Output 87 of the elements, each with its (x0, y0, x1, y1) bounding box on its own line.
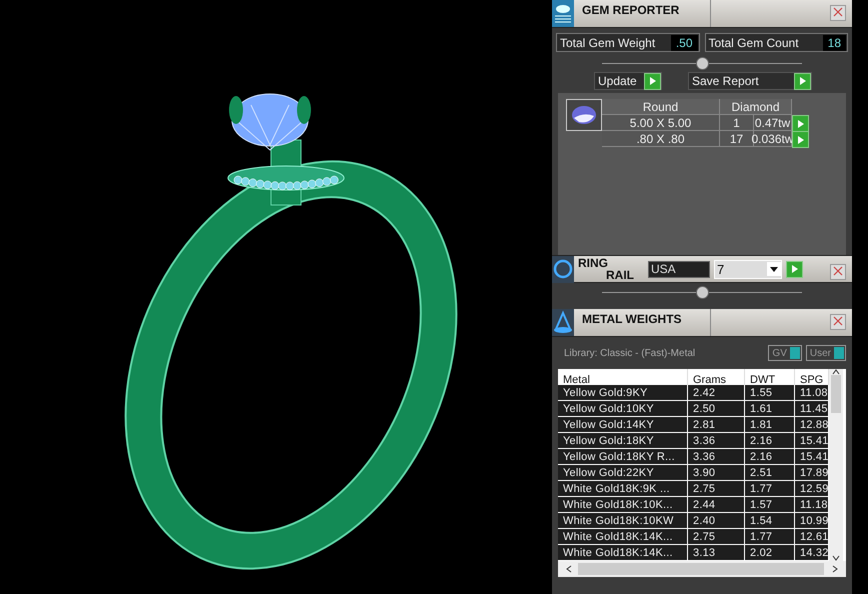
table-cell: 12.88 (795, 417, 829, 433)
table-cell: 3.13 (688, 545, 745, 561)
close-icon (833, 266, 843, 276)
scrollbar-thumb[interactable] (831, 375, 841, 413)
table-cell: White Gold18K:10KW (558, 513, 688, 529)
scale-icon (552, 309, 574, 336)
size-dropdown[interactable]: 7 (714, 260, 782, 278)
gem-icon (566, 99, 602, 131)
table-cell: 2.02 (745, 545, 795, 561)
play-icon (794, 72, 811, 90)
field-value: 18 (822, 34, 846, 50)
table-cell: Yellow Gold:9KY (558, 385, 688, 401)
table-cell: 15.41 (795, 433, 829, 449)
table-cell: Yellow Gold:14KY (558, 417, 688, 433)
panel-title: RING RAIL (578, 257, 635, 281)
table-cell: 2.40 (688, 513, 745, 529)
close-icon (833, 7, 843, 17)
table-cell: 1.61 (745, 401, 795, 417)
table-cell: Yellow Gold:22KY (558, 465, 688, 481)
table-cell: 2.16 (745, 433, 795, 449)
table-cell: 11.45 (795, 401, 829, 417)
save-report-button[interactable]: Save Report (688, 72, 812, 90)
table-cell: White Gold18K:14K... (558, 529, 688, 545)
table-cell: 2.42 (688, 385, 745, 401)
update-button[interactable]: Update (594, 72, 662, 90)
table-cell: 1.81 (745, 417, 795, 433)
expand-handle[interactable] (696, 286, 709, 298)
panel-title: METAL WEIGHTS (574, 309, 710, 336)
table-cell: 17.89 (795, 465, 829, 481)
table-cell: 0.036tw (754, 131, 792, 147)
close-button[interactable] (830, 314, 846, 330)
table-cell: 1.55 (745, 385, 795, 401)
table-cell: Yellow Gold:18KY R... (558, 449, 688, 465)
close-button[interactable] (830, 264, 846, 280)
table-cell: 1.54 (745, 513, 795, 529)
table-cell: 2.44 (688, 497, 745, 513)
close-button[interactable] (830, 5, 846, 21)
close-icon (833, 316, 843, 326)
table-cell: 1.77 (745, 481, 795, 497)
table-cell: 2.50 (688, 401, 745, 417)
table-cell: 2.75 (688, 529, 745, 545)
table-cell: Yellow Gold:18KY (558, 433, 688, 449)
vertical-scrollbar[interactable] (829, 369, 843, 561)
table-cell: 1 (720, 115, 754, 131)
caret-icon (770, 266, 778, 272)
table-cell: 0.47tw (754, 115, 792, 131)
table-cell: 2.51 (745, 465, 795, 481)
table-cell: 12.61 (795, 529, 829, 545)
table-cell: 11.08 (795, 385, 829, 401)
table-cell: 14.32 (795, 545, 829, 561)
collapse-handle[interactable] (696, 56, 709, 70)
table-cell: 2.81 (688, 417, 745, 433)
table-cell: 15.41 (795, 449, 829, 465)
column-header: Round (602, 99, 720, 115)
field-label: Total Gem Weight (559, 36, 656, 50)
table-cell: 2.16 (745, 449, 795, 465)
play-icon (786, 260, 803, 278)
table-cell: 1.77 (745, 529, 795, 545)
column-header: Diamond (720, 99, 792, 115)
table-cell: White Gold18K:14K... (558, 545, 688, 561)
toggle-switch[interactable]: User (806, 345, 846, 361)
table-cell: 10.99 (795, 513, 829, 529)
field-value: .50 (670, 34, 698, 50)
field-label: Total Gem Count (708, 36, 800, 50)
table-cell: 2.75 (688, 481, 745, 497)
panel-title: GEM REPORTER (574, 0, 710, 27)
horizontal-scrollbar[interactable] (558, 561, 846, 577)
library-label: Library: Classic - (Fast)-Metal (564, 348, 696, 358)
table-cell: 3.90 (688, 465, 745, 481)
table-cell: 3.36 (688, 433, 745, 449)
input-field[interactable]: USA (648, 260, 710, 278)
table-cell: 11.18 (795, 497, 829, 513)
toggle-switch[interactable]: GV (768, 345, 802, 361)
play-icon (792, 115, 809, 132)
play-icon (792, 131, 809, 148)
ring-icon (552, 256, 574, 282)
play-icon (644, 72, 661, 90)
table-cell: 12.59 (795, 481, 829, 497)
gem-list-icon (552, 0, 574, 27)
table-cell: 3.36 (688, 449, 745, 465)
scrollbar-thumb[interactable] (578, 563, 824, 575)
table-cell: .80 X .80 (602, 131, 720, 147)
table-cell: 1.57 (745, 497, 795, 513)
table-cell: 5.00 X 5.00 (602, 115, 720, 131)
table-cell: White Gold18K:10K... (558, 497, 688, 513)
table-cell: White Gold18K:9K ... (558, 481, 688, 497)
table-cell: Yellow Gold:10KY (558, 401, 688, 417)
